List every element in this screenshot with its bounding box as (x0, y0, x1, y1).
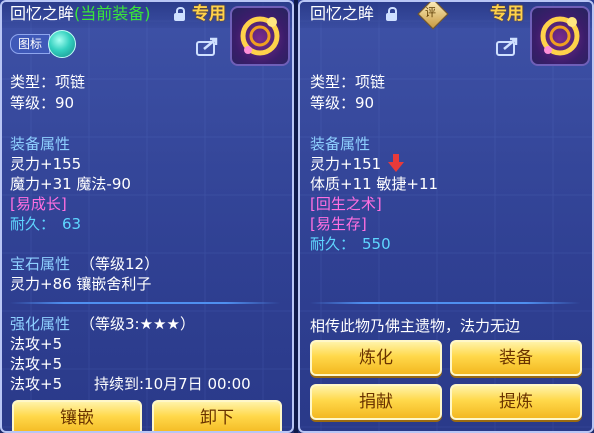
refine-button[interactable]: 炼化 (310, 340, 442, 376)
section-divider (10, 302, 280, 304)
strengthen-line: 法攻+5 (10, 375, 63, 393)
item-name: 回忆之眸 (10, 4, 75, 23)
item-description: 相传此物乃佛主遗物，法力无边 (310, 317, 521, 335)
item-type: 类型：项链 (310, 73, 386, 91)
gem-level: （等级12） (80, 255, 160, 273)
exclusive-label: 专用 (192, 4, 226, 24)
extract-button[interactable]: 提炼 (450, 384, 582, 420)
necklace-icon (530, 6, 590, 66)
durability-value: 63 (62, 215, 82, 233)
share-icon[interactable] (196, 36, 220, 56)
necklace-icon (230, 6, 290, 66)
lock-icon[interactable] (174, 7, 185, 21)
durability-label: 耐久： (10, 215, 56, 233)
decrease-arrow-icon (388, 154, 404, 172)
strengthen-line: 法攻+5 (10, 355, 63, 373)
current-equipped-tag: (当前装备) (74, 4, 151, 23)
special-effect: [易生存] (310, 215, 367, 233)
equipment-attributes-header: 装备属性 (10, 135, 71, 153)
gem-attribute-line: 灵力+86 镶嵌舍利子 (10, 275, 152, 293)
attribute-line: 灵力+151 (310, 155, 382, 173)
equipment-compare-screen: 回忆之眸 (当前装备) 专用 图标 类型：项链 等级：90 装备属性 灵力+15… (0, 0, 594, 433)
strengthen-level: （等级3:★★★） (80, 315, 195, 333)
section-divider (310, 302, 580, 304)
exclusive-label: 专用 (490, 4, 524, 24)
item-name: 回忆之眸 (310, 4, 375, 23)
donate-button[interactable]: 捐献 (310, 384, 442, 420)
icon-toggle-switch[interactable] (48, 30, 76, 58)
durability-value: 550 (362, 235, 391, 253)
gem-attributes-header: 宝石属性 (10, 255, 71, 273)
attribute-line: 体质+11 敏捷+11 (310, 175, 439, 193)
strengthen-duration: 持续到:10月7日 00:00 (94, 375, 251, 393)
attribute-line: 魔力+31 魔法-90 (10, 175, 131, 193)
equipped-item-panel: 回忆之眸 (当前装备) 专用 图标 类型：项链 等级：90 装备属性 灵力+15… (0, 0, 294, 433)
strengthen-line: 法攻+5 (10, 335, 63, 353)
rating-badge-label: 评 (425, 6, 436, 19)
item-type: 类型：项链 (10, 73, 86, 91)
special-effect: [易成长] (10, 195, 67, 213)
attribute-line: 灵力+155 (10, 155, 82, 173)
item-level: 等级：90 (10, 94, 75, 112)
compared-item-panel: 回忆之眸 评 专用 类型：项链 等级：90 装备属性 灵力+151 体质+11 … (298, 0, 594, 433)
item-level: 等级：90 (310, 94, 375, 112)
lock-icon[interactable] (386, 7, 397, 21)
unequip-button[interactable]: 卸下 (152, 400, 282, 431)
icon-toggle-label: 图标 (10, 34, 50, 54)
equip-button[interactable]: 装备 (450, 340, 582, 376)
share-icon[interactable] (496, 36, 520, 56)
equipment-attributes-header: 装备属性 (310, 135, 371, 153)
special-effect: [回生之术] (310, 195, 382, 213)
durability-label: 耐久： (310, 235, 356, 253)
strengthen-attributes-header: 强化属性 (10, 315, 71, 333)
inlay-button[interactable]: 镶嵌 (12, 400, 142, 431)
